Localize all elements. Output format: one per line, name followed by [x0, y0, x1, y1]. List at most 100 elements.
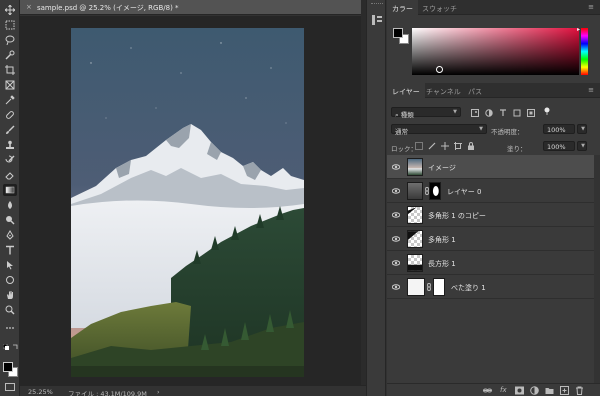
layer-name[interactable]: べた塗り 1	[451, 283, 486, 293]
mountain-landscape-image	[71, 28, 304, 377]
zoom-level[interactable]: 25.25%	[28, 388, 53, 396]
layer-thumbnail	[407, 254, 423, 272]
tab-channels[interactable]: チャンネル	[421, 83, 466, 98]
close-tab-icon[interactable]: ×	[26, 3, 32, 11]
type-icon[interactable]	[3, 244, 17, 256]
filter-pixel-icon[interactable]	[471, 109, 479, 117]
quick-select-icon[interactable]	[3, 49, 17, 61]
layer-row[interactable]: 長方形 1	[387, 251, 594, 275]
swap-colors-icon[interactable]	[12, 344, 18, 350]
filter-toggle-icon[interactable]	[543, 107, 551, 115]
link-icon[interactable]	[427, 283, 431, 291]
hue-slider-marker[interactable]: ▸	[577, 26, 580, 33]
filter-shape-icon[interactable]	[513, 109, 521, 117]
layer-kind-filter[interactable]: ⌕ 種類 ▼	[391, 107, 461, 119]
lock-position-icon[interactable]	[441, 142, 449, 150]
visibility-eye-icon[interactable]	[392, 259, 400, 267]
opacity-label: 不透明度：	[491, 128, 524, 136]
lock-all-icon[interactable]	[467, 142, 475, 150]
layer-name[interactable]: 多角形 1	[428, 235, 456, 245]
tab-layers[interactable]: レイヤー	[387, 83, 425, 98]
visibility-eye-icon[interactable]	[392, 163, 400, 171]
hue-slider[interactable]	[581, 28, 588, 75]
layer-thumbnail	[407, 230, 423, 248]
layer-row[interactable]: レイヤー 0	[387, 179, 594, 203]
shape-icon[interactable]	[3, 274, 17, 286]
move-icon[interactable]	[3, 4, 17, 16]
dodge-icon[interactable]	[3, 214, 17, 226]
new-group-icon[interactable]	[545, 386, 554, 395]
path-select-icon[interactable]	[3, 259, 17, 271]
add-mask-icon[interactable]	[515, 386, 524, 395]
properties-icon[interactable]	[371, 14, 383, 26]
opacity-value: 100%	[547, 126, 566, 134]
zoom-icon[interactable]	[3, 304, 17, 316]
layer-row[interactable]: イメージ	[387, 155, 594, 179]
layer-name[interactable]: イメージ	[428, 163, 456, 173]
marquee-icon[interactable]	[3, 19, 17, 31]
lock-artboard-icon[interactable]	[454, 142, 462, 150]
layer-mask-thumbnail[interactable]	[429, 182, 441, 200]
status-menu-arrow[interactable]: ›	[157, 388, 160, 396]
document-tab[interactable]: × sample.psd @ 25.2% (イメージ, RGB/8) *	[20, 0, 361, 15]
brush-icon[interactable]	[3, 124, 17, 136]
filter-type-icon[interactable]	[499, 109, 507, 117]
canvas-area[interactable]	[20, 16, 361, 385]
layers-menu-icon[interactable]: ≡	[588, 86, 594, 94]
blur-icon[interactable]	[3, 199, 17, 211]
layer-row[interactable]: べた塗り 1	[387, 275, 594, 299]
layer-name[interactable]: 長方形 1	[428, 259, 456, 269]
healing-icon[interactable]	[3, 109, 17, 121]
adjustment-layer-icon[interactable]	[530, 386, 539, 395]
filter-smart-object-icon[interactable]	[527, 109, 535, 117]
crop-icon[interactable]	[3, 64, 17, 76]
lasso-icon[interactable]	[3, 34, 17, 46]
visibility-eye-icon[interactable]	[392, 235, 400, 243]
filter-adjustment-icon[interactable]	[485, 109, 493, 117]
new-layer-icon[interactable]	[560, 386, 569, 395]
dock-grip[interactable]	[371, 3, 383, 5]
layer-mask-thumbnail[interactable]	[433, 278, 445, 296]
opacity-slider-button[interactable]: ▼	[577, 124, 587, 134]
history-brush-icon[interactable]	[3, 154, 17, 166]
more-icon[interactable]	[3, 322, 17, 334]
fill-value: 100%	[547, 143, 566, 151]
foreground-color-swatch[interactable]	[3, 362, 13, 372]
layers-scrollbar[interactable]	[594, 155, 600, 383]
layer-thumbnail	[407, 158, 423, 176]
stamp-icon[interactable]	[3, 139, 17, 151]
hand-icon[interactable]	[3, 289, 17, 301]
visibility-eye-icon[interactable]	[392, 283, 400, 291]
fx-icon[interactable]: fx	[500, 386, 509, 395]
link-layers-icon[interactable]	[483, 386, 492, 395]
color-picker-cursor[interactable]	[436, 66, 443, 73]
opacity-field[interactable]: 100%	[543, 124, 575, 134]
blend-mode-select[interactable]: 通常 ▼	[391, 124, 487, 136]
pen-icon[interactable]	[3, 229, 17, 241]
lock-transparency-icon[interactable]	[415, 142, 423, 150]
tab-swatches[interactable]: スウォッチ	[417, 0, 462, 15]
layer-name[interactable]: 多角形 1 のコピー	[428, 211, 486, 221]
fill-field[interactable]: 100%	[543, 141, 575, 151]
gradient-icon[interactable]	[3, 184, 17, 196]
tab-color[interactable]: カラー	[387, 0, 418, 15]
lock-image-icon[interactable]	[428, 142, 436, 150]
visibility-eye-icon[interactable]	[392, 211, 400, 219]
layer-thumbnail	[407, 206, 423, 224]
eraser-icon[interactable]	[3, 169, 17, 181]
default-colors-icon[interactable]	[2, 343, 9, 350]
tab-paths[interactable]: パス	[463, 83, 487, 98]
visibility-eye-icon[interactable]	[392, 187, 400, 195]
eyedropper-icon[interactable]	[3, 94, 17, 106]
panel-menu-icon[interactable]: ≡	[588, 3, 594, 11]
quick-mask-icon[interactable]	[5, 383, 15, 391]
layer-name[interactable]: レイヤー 0	[447, 187, 481, 197]
frame-icon[interactable]	[3, 79, 17, 91]
fill-slider-button[interactable]: ▼	[577, 141, 587, 151]
layer-row[interactable]: 多角形 1	[387, 227, 594, 251]
document-canvas[interactable]	[71, 28, 304, 377]
blend-mode-value: 通常	[395, 128, 408, 136]
color-foreground-swatch[interactable]	[393, 28, 403, 38]
layer-row[interactable]: 多角形 1 のコピー	[387, 203, 594, 227]
trash-icon[interactable]	[575, 386, 584, 395]
